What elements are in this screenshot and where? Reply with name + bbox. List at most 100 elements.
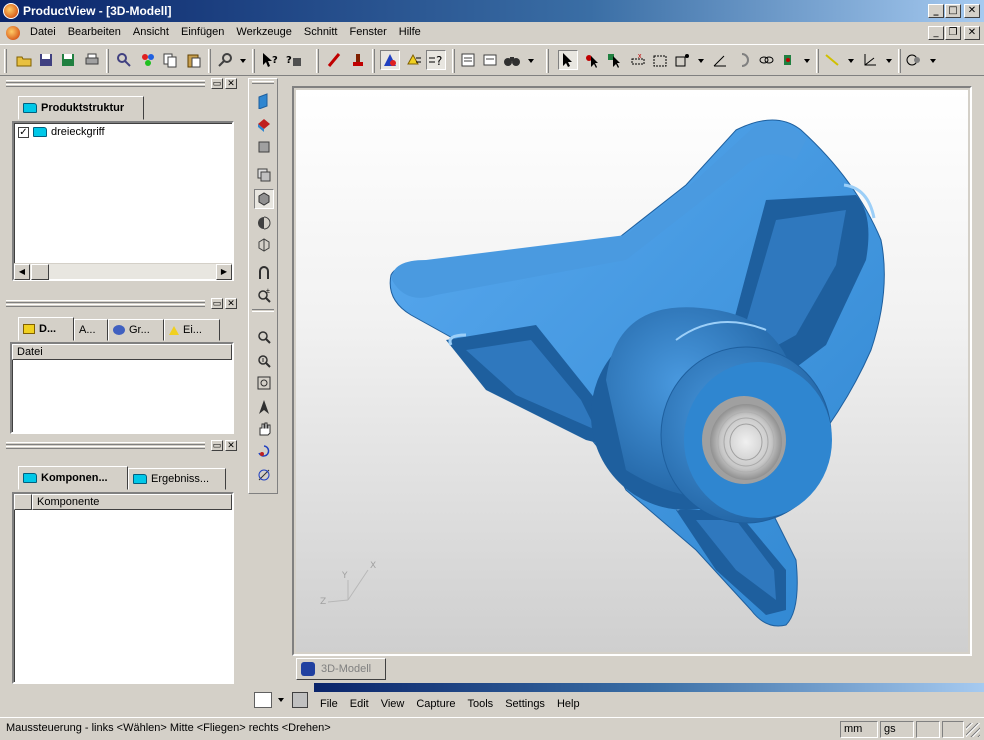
toolbar-grip[interactable] <box>4 49 7 73</box>
pan-hand-icon[interactable] <box>254 419 274 439</box>
column-header-datei[interactable]: Datei <box>12 344 232 360</box>
structure-tree[interactable]: ✓ dreieckgriff ◀ ▶ <box>12 121 234 281</box>
interference-dropdown-icon[interactable] <box>804 59 810 63</box>
tab-komponenten[interactable]: Komponen... <box>18 466 128 490</box>
components-panel-header[interactable]: ▭ ✕ <box>4 440 241 451</box>
clearance-icon[interactable] <box>756 50 776 70</box>
copy-icon[interactable] <box>160 50 180 70</box>
overlay-menu-capture[interactable]: Capture <box>410 698 461 710</box>
tab-groups[interactable]: Gr... <box>108 319 164 341</box>
select-point-icon[interactable] <box>582 50 602 70</box>
radius-icon[interactable] <box>734 50 754 70</box>
binoculars-icon[interactable] <box>502 50 522 70</box>
overlay-menu-tools[interactable]: Tools <box>462 698 500 710</box>
properties-icon[interactable] <box>458 50 478 70</box>
scroll-left-icon[interactable]: ◀ <box>14 264 30 280</box>
details-panel-header[interactable]: ▭ ✕ <box>4 298 241 309</box>
tab-produktstruktur[interactable]: Produktstruktur <box>18 96 144 120</box>
overlay-menu-edit[interactable]: Edit <box>344 698 375 710</box>
zoom-fit-icon[interactable] <box>254 373 274 393</box>
menu-einfuegen[interactable]: Einfügen <box>175 22 230 43</box>
window-list-dropdown-icon[interactable] <box>278 698 284 702</box>
context-help-icon[interactable]: ? <box>260 50 280 70</box>
shapes-icon[interactable] <box>904 50 924 70</box>
print-icon[interactable] <box>82 50 102 70</box>
select-edge-icon[interactable] <box>604 50 624 70</box>
overlay-menu-help[interactable]: Help <box>551 698 586 710</box>
document-icon[interactable] <box>6 25 20 40</box>
view-wireframe-icon[interactable] <box>254 235 274 255</box>
panel-restore-icon[interactable]: ▭ <box>211 440 223 451</box>
fly-icon[interactable] <box>254 397 274 417</box>
view-hidden-line-icon[interactable] <box>254 213 274 233</box>
find-icon[interactable] <box>114 50 134 70</box>
structure-panel-header[interactable]: ▭ ✕ <box>4 78 241 89</box>
attributes-icon[interactable] <box>404 50 424 70</box>
menu-schnitt[interactable]: Schnitt <box>298 22 344 43</box>
binoculars-dropdown-icon[interactable] <box>528 59 534 63</box>
coordinate-system-icon[interactable] <box>860 50 880 70</box>
menu-datei[interactable]: Datei <box>24 22 62 43</box>
query-icon[interactable]: ? <box>426 50 446 70</box>
resize-grip[interactable] <box>966 723 980 737</box>
view-front-icon[interactable] <box>254 91 274 111</box>
rotate-icon[interactable] <box>254 441 274 461</box>
menu-bearbeiten[interactable]: Bearbeiten <box>62 22 127 43</box>
zoom-tool-dropdown-icon[interactable] <box>240 59 246 63</box>
checkbox-icon[interactable]: ✓ <box>18 126 29 138</box>
tree-item[interactable]: ✓ dreieckgriff <box>18 126 105 138</box>
tab-details[interactable]: D... <box>18 317 74 341</box>
tab-attributes[interactable]: A... <box>74 319 108 341</box>
section-dropdown-icon[interactable] <box>848 59 854 63</box>
overlay-menu-view[interactable]: View <box>375 698 411 710</box>
panel-close-icon[interactable]: ✕ <box>225 78 237 89</box>
3d-model-dreieckgriff[interactable]: X Y Z <box>296 90 968 652</box>
zoom-window-icon[interactable] <box>254 351 274 371</box>
tile-windows-icon[interactable] <box>292 692 308 708</box>
menu-ansicht[interactable]: Ansicht <box>127 22 175 43</box>
interference-icon[interactable] <box>778 50 798 70</box>
maximize-button[interactable]: □ <box>945 4 961 18</box>
markup-pen-icon[interactable] <box>324 50 344 70</box>
details-list[interactable]: Datei <box>10 342 234 434</box>
zoom-tool-icon[interactable] <box>216 50 236 70</box>
tab-properties[interactable]: Ei... <box>164 319 220 341</box>
coordinate-dropdown-icon[interactable] <box>886 59 892 63</box>
components-list[interactable]: Komponente <box>12 492 234 684</box>
panel-restore-icon[interactable]: ▭ <box>211 298 223 309</box>
menu-fenster[interactable]: Fenster <box>344 22 393 43</box>
render-mode-icon[interactable] <box>380 50 400 70</box>
view-iso-icon[interactable] <box>254 115 274 135</box>
open-icon[interactable] <box>14 50 34 70</box>
view-shaded-icon[interactable] <box>254 189 274 209</box>
tab-ergebnisse[interactable]: Ergebniss... <box>128 468 226 490</box>
panel-close-icon[interactable]: ✕ <box>225 298 237 309</box>
zoom-plus-minus-icon[interactable]: ± <box>254 285 274 305</box>
overlay-menu-settings[interactable]: Settings <box>499 698 551 710</box>
vtoolbar-grip[interactable] <box>252 81 274 84</box>
select-arrow-icon[interactable] <box>558 50 578 70</box>
angle-icon[interactable] <box>710 50 730 70</box>
spin-icon[interactable] <box>254 465 274 485</box>
3d-viewport[interactable]: X Y Z <box>296 90 968 652</box>
menu-hilfe[interactable]: Hilfe <box>393 22 427 43</box>
panel-restore-icon[interactable]: ▭ <box>211 78 223 89</box>
column-header-komponente[interactable]: Komponente <box>32 494 232 510</box>
view-plane-icon[interactable] <box>254 137 274 157</box>
window-list-icon[interactable] <box>254 692 272 708</box>
shapes-dropdown-icon[interactable] <box>930 59 936 63</box>
measure-dropdown-icon[interactable] <box>698 59 704 63</box>
measure-distance-icon[interactable]: x <box>628 50 648 70</box>
tab-3d-modell[interactable]: 3D-Modell <box>296 658 386 680</box>
close-button[interactable]: ✕ <box>964 4 980 18</box>
paste-icon[interactable] <box>184 50 204 70</box>
save-as-icon[interactable] <box>58 50 78 70</box>
menu-werkzeuge[interactable]: Werkzeuge <box>230 22 297 43</box>
column-header-check[interactable] <box>14 494 32 510</box>
minimize-button[interactable]: _ <box>928 4 944 18</box>
view-outline-icon[interactable] <box>254 263 274 283</box>
identify-icon[interactable]: ? <box>284 50 304 70</box>
notes-icon[interactable] <box>480 50 500 70</box>
app-icon[interactable] <box>3 3 19 19</box>
scroll-right-icon[interactable]: ▶ <box>216 264 232 280</box>
